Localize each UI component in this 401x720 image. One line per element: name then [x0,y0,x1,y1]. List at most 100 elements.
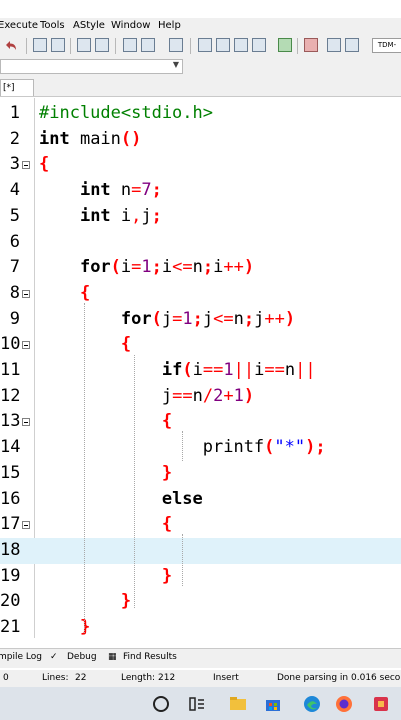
status-position: 0 [3,673,9,683]
debug-icon: ✓ [50,652,58,662]
profile-icon[interactable] [345,38,359,52]
code-text: for(i=1;i<=n;i++) [79,257,255,278]
line-number: 13 [0,411,21,432]
undo-icon[interactable] [4,38,18,52]
search-icon[interactable] [153,696,169,712]
toolbar-separator [190,38,191,54]
database-icon[interactable] [169,38,183,52]
chart-icon[interactable] [327,38,341,52]
new-class-icon[interactable] [198,38,212,52]
code-line[interactable]: 4 int n=7; [0,178,401,204]
line-number: 3 [9,154,20,175]
code-line[interactable]: 10 { [0,332,401,358]
menu-help[interactable]: Help [158,20,181,31]
layout-icon[interactable] [234,38,248,52]
tab-find-results[interactable]: Find Results [123,652,177,662]
code-line[interactable]: 9 for(j=1;j<=n;j++) [0,307,401,333]
line-number: 14 [0,437,21,458]
code-text: j==n/2+1) [39,385,255,406]
indent-guide [182,534,183,586]
code-text: } [161,462,173,483]
menu-window[interactable]: Window [111,20,150,31]
code-line[interactable]: 18 [0,537,401,564]
code-text: if(i==1||i==n|| [161,360,316,380]
file-explorer-icon[interactable] [229,695,247,713]
indent-guide [182,431,183,461]
class-browser-row: ▼ [0,57,401,77]
code-line[interactable]: 15 } [0,461,401,487]
windows-taskbar [0,687,401,720]
code-line[interactable]: 11 if(i==1||i==n|| [0,358,401,384]
menu-bar: Execute Tools AStyle Window Help [0,18,401,35]
status-mode: Insert [213,673,239,683]
line-number: 5 [9,205,20,226]
chevron-down-icon: ▼ [172,60,179,69]
code-text: { [161,514,173,535]
tab-file[interactable]: [*] i.cpp [0,79,34,109]
code-line[interactable]: 7 for(i=1;i<=n;i++) [0,255,401,281]
close-icon[interactable] [304,38,318,52]
code-line[interactable]: 1 #include<stdio.h> [0,101,401,127]
line-number: 15 [0,462,21,483]
fold-toggle-icon[interactable] [22,418,30,427]
code-text: int n=7; [79,180,162,201]
indent-guide [84,303,85,633]
check-icon[interactable] [278,38,292,52]
code-text: for(j=1;j<=n;j++) [120,308,296,329]
code-line[interactable]: 6 [0,230,401,256]
menu-tools[interactable]: Tools [40,20,65,31]
code-line[interactable]: 5 int i,j; [0,204,401,230]
tab-compile-log[interactable]: mpile Log [0,652,42,662]
code-line[interactable]: 2 int main() [0,127,401,153]
edge-icon[interactable] [303,695,321,713]
code-line[interactable]: 20 } [0,589,401,615]
code-line[interactable]: 16 else [0,487,401,513]
code-line[interactable]: 19 } [0,564,401,590]
line-number: 10 [0,334,21,355]
toolbar-separator [70,38,71,54]
app-icon[interactable] [372,695,390,713]
code-line[interactable]: 3{ [0,152,401,178]
toolbar-separator [26,38,27,54]
line-number: 8 [9,282,20,303]
code-line[interactable]: 13 { [0,409,401,435]
indent-icon[interactable] [123,38,137,52]
code-line[interactable]: 17 { [0,512,401,538]
task-view-icon[interactable] [188,695,206,713]
compiler-select[interactable]: TDM- [372,38,401,53]
line-number: 9 [9,308,20,329]
firefox-icon[interactable] [335,695,353,713]
code-line[interactable]: 8 { [0,281,401,307]
fold-toggle-icon[interactable] [22,521,30,530]
window-icon[interactable] [216,38,230,52]
line-number: 21 [0,617,21,637]
line-number: 16 [0,488,21,509]
find-next-icon[interactable] [51,38,65,52]
fold-toggle-icon[interactable] [22,289,30,298]
toggle-bookmark-icon[interactable] [77,38,91,52]
code-line[interactable]: 21 } [0,615,401,638]
unindent-icon[interactable] [141,38,155,52]
tab-debug[interactable]: Debug [67,652,97,662]
status-length-value: 212 [158,673,176,683]
line-number: 18 [0,539,21,560]
indent-guide [134,355,135,608]
find-results-icon: ▦ [108,652,117,662]
code-editor[interactable]: 1 #include<stdio.h> 2 int main() 3{4 int n=7… [0,98,401,638]
status-lines-value: 22 [75,673,87,683]
code-text: { [161,411,173,432]
fold-toggle-icon[interactable] [22,341,30,350]
store-icon[interactable] [264,695,282,713]
toolbar-separator [297,38,298,54]
scope-dropdown[interactable]: ▼ [0,59,183,74]
fold-toggle-icon[interactable] [22,161,30,170]
code-line[interactable]: 12 j==n/2+1) [0,384,401,410]
line-number: 17 [0,514,21,535]
find-icon[interactable] [33,38,47,52]
grid-icon[interactable] [252,38,266,52]
menu-execute[interactable]: Execute [0,20,38,31]
goto-bookmark-icon[interactable] [95,38,109,52]
code-text: { [39,154,50,175]
code-line[interactable]: 14 printf("*"); [0,435,401,461]
menu-astyle[interactable]: AStyle [73,20,105,31]
